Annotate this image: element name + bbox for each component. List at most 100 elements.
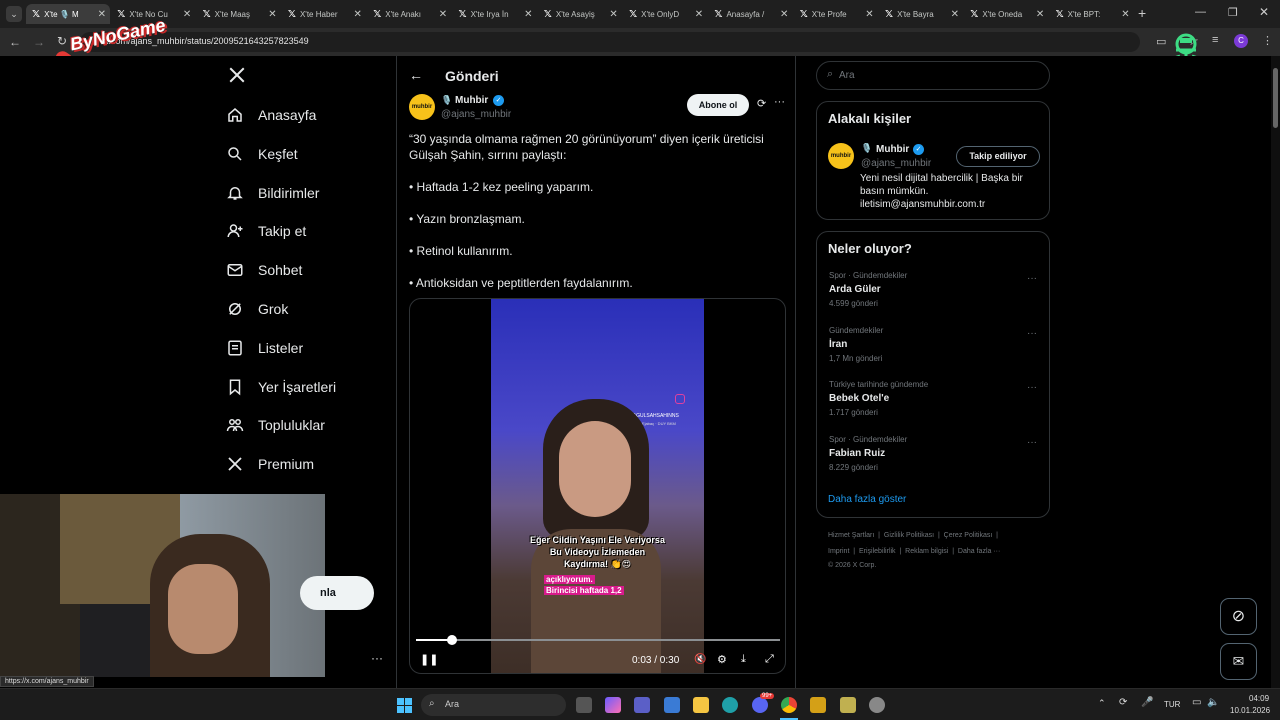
- tab-close-icon[interactable]: ✕: [609, 9, 617, 20]
- video-player[interactable]: @GULSAHSAHINNS Güleeal Ejabaç · DUY BKM …: [409, 298, 786, 674]
- tab-close-icon[interactable]: ✕: [524, 9, 532, 20]
- footer-links-2[interactable]: Imprint | Erişilebilirlik | Reklam bilgi…: [828, 548, 1000, 555]
- network-icon[interactable]: ▭: [1192, 697, 1201, 708]
- browser-tab[interactable]: 𝕏 X'te Profe ✕: [794, 4, 878, 24]
- cast-icon[interactable]: ▭: [1156, 35, 1166, 48]
- trend-item[interactable]: Spor · Gündemdekiler Fabian Ruiz 8.229 gön…: [829, 435, 907, 472]
- related-handle[interactable]: @ajans_muhbir: [861, 158, 931, 169]
- clock-time[interactable]: 04:09: [1249, 694, 1269, 703]
- tab-search-button[interactable]: ⌄: [6, 6, 22, 22]
- clock-date[interactable]: 10.01.2026: [1230, 706, 1270, 715]
- nav-item-3[interactable]: Bildirimler: [226, 184, 319, 202]
- post-button[interactable]: nla: [300, 576, 374, 610]
- settings-icon[interactable]: ⚙: [717, 653, 727, 666]
- messages-float-button[interactable]: ✉: [1220, 643, 1257, 680]
- author-name[interactable]: Muhbir: [455, 95, 488, 106]
- author-avatar[interactable]: muhbir: [409, 94, 435, 120]
- forward-icon[interactable]: →: [33, 35, 45, 49]
- trend-item[interactable]: Spor · Gündemdekiler Arda Güler 4.599 gönd…: [829, 271, 907, 308]
- video-progress-handle[interactable]: [447, 635, 458, 645]
- tab-close-icon[interactable]: ✕: [439, 9, 447, 20]
- search-input[interactable]: ⌕ Ara: [816, 61, 1050, 90]
- browser-tab[interactable]: 𝕏 X'te BPT: ✕: [1050, 4, 1134, 24]
- taskbar-search[interactable]: ⌕ Ara: [421, 694, 566, 716]
- subscribe-button[interactable]: Abone ol: [687, 94, 749, 116]
- close-window-button[interactable]: ✕: [1259, 5, 1269, 19]
- related-avatar[interactable]: muhbir: [828, 143, 854, 169]
- account-more-icon[interactable]: ···: [371, 651, 383, 665]
- fullscreen-icon[interactable]: ⤢: [765, 653, 774, 666]
- nav-item-1[interactable]: Anasayfa: [226, 106, 316, 124]
- browser-tab[interactable]: 𝕏 X'te Bayra ✕: [879, 4, 963, 24]
- grok-float-button[interactable]: ⊘: [1220, 598, 1257, 635]
- tab-close-icon[interactable]: ✕: [780, 9, 788, 20]
- browser-tab[interactable]: 𝕏 X'te OnlyD ✕: [623, 4, 707, 24]
- nav-item-7[interactable]: Listeler: [226, 339, 303, 357]
- tray-sync-icon[interactable]: ⟳: [1119, 697, 1127, 708]
- task-view-icon[interactable]: [576, 697, 592, 713]
- nav-item-5[interactable]: Sohbet: [226, 261, 302, 279]
- back-arrow-icon[interactable]: ←: [409, 67, 423, 83]
- trend-more-icon[interactable]: ···: [1027, 328, 1037, 339]
- tray-mic-icon[interactable]: 🎤: [1141, 697, 1153, 708]
- app-b-icon[interactable]: [840, 697, 856, 713]
- trend-more-icon[interactable]: ···: [1027, 437, 1037, 448]
- tab-close-icon[interactable]: ✕: [1121, 9, 1129, 20]
- browser-tab[interactable]: 𝕏 Anasayfa / ✕: [708, 4, 792, 24]
- trend-item[interactable]: Türkiye tarihinde gündemde Bebek Otel'e 1.…: [829, 380, 928, 417]
- tray-chevron-icon[interactable]: ⌃: [1098, 698, 1106, 709]
- discord-icon[interactable]: [752, 697, 768, 713]
- trend-more-icon[interactable]: ···: [1027, 382, 1037, 393]
- tab-close-icon[interactable]: ✕: [1036, 9, 1044, 20]
- menu-icon[interactable]: ⋮: [1262, 34, 1273, 47]
- tab-close-icon[interactable]: ✕: [951, 9, 959, 20]
- browser-tab[interactable]: 𝕏 X'te Maaş ✕: [197, 4, 281, 24]
- nav-item-9[interactable]: Topluluklar: [226, 416, 325, 434]
- tab-close-icon[interactable]: ✕: [268, 9, 276, 20]
- app-c-icon[interactable]: [869, 697, 885, 713]
- footer-links-1[interactable]: Hizmet Şartları | Gizlilik Politikası | …: [828, 532, 998, 539]
- post-more-icon[interactable]: ···: [774, 96, 785, 108]
- browser-tab[interactable]: 𝕏 X'te Haber ✕: [282, 4, 366, 24]
- minimize-button[interactable]: —: [1195, 6, 1206, 18]
- back-icon[interactable]: ←: [9, 35, 21, 49]
- x-logo-icon[interactable]: [228, 66, 246, 89]
- trend-more-icon[interactable]: ···: [1027, 273, 1037, 284]
- browser-tab[interactable]: 𝕏 X'te Anakı ✕: [367, 4, 451, 24]
- mute-icon[interactable]: 🔇: [694, 654, 706, 665]
- nav-item-8[interactable]: Yer İşaretleri: [226, 378, 336, 396]
- show-more-link[interactable]: Daha fazla göster: [828, 494, 906, 505]
- app-a-icon[interactable]: [810, 697, 826, 713]
- profile-avatar[interactable]: C: [1234, 34, 1248, 48]
- nav-item-2[interactable]: Keşfet: [226, 145, 298, 163]
- explorer-icon[interactable]: [693, 697, 709, 713]
- browser-tab[interactable]: 𝕏 X'te Asayiş ✕: [538, 4, 622, 24]
- trend-item[interactable]: Gündemdekiler İran 1,7 Mn gönderi: [829, 326, 883, 363]
- new-tab-button[interactable]: +: [1138, 5, 1146, 21]
- browser-tab[interactable]: 𝕏 X'te Oneda ✕: [964, 4, 1048, 24]
- chrome-icon[interactable]: [781, 697, 797, 713]
- page-scrollbar[interactable]: [1271, 56, 1280, 688]
- related-bio-3[interactable]: iletisim@ajansmuhbir.com.tr: [860, 199, 985, 210]
- nav-item-6[interactable]: Grok: [226, 300, 288, 318]
- tab-close-icon[interactable]: ✕: [354, 9, 362, 20]
- teams-icon[interactable]: [634, 697, 650, 713]
- pause-icon[interactable]: ❚❚: [420, 653, 438, 666]
- dock-icon[interactable]: ⤓: [741, 653, 746, 666]
- store-icon[interactable]: [664, 697, 680, 713]
- browser-tab[interactable]: 𝕏 X'te Irya İn ✕: [453, 4, 537, 24]
- media-icon[interactable]: ≡: [1212, 34, 1218, 46]
- nav-item-10[interactable]: Premium: [226, 455, 314, 473]
- video-progress-track[interactable]: [416, 639, 780, 641]
- nav-item-4[interactable]: Takip et: [226, 222, 306, 240]
- windows-start-icon[interactable]: [397, 698, 412, 713]
- related-name[interactable]: Muhbir: [876, 144, 909, 155]
- tab-close-icon[interactable]: ✕: [695, 9, 703, 20]
- edge-icon[interactable]: [722, 697, 738, 713]
- grok-explain-icon[interactable]: ⟳: [757, 97, 766, 110]
- restore-button[interactable]: ❐: [1228, 6, 1238, 19]
- author-handle[interactable]: @ajans_muhbir: [441, 109, 511, 120]
- language-indicator[interactable]: TUR: [1164, 700, 1180, 709]
- tab-close-icon[interactable]: ✕: [183, 9, 191, 20]
- tab-close-icon[interactable]: ✕: [865, 9, 873, 20]
